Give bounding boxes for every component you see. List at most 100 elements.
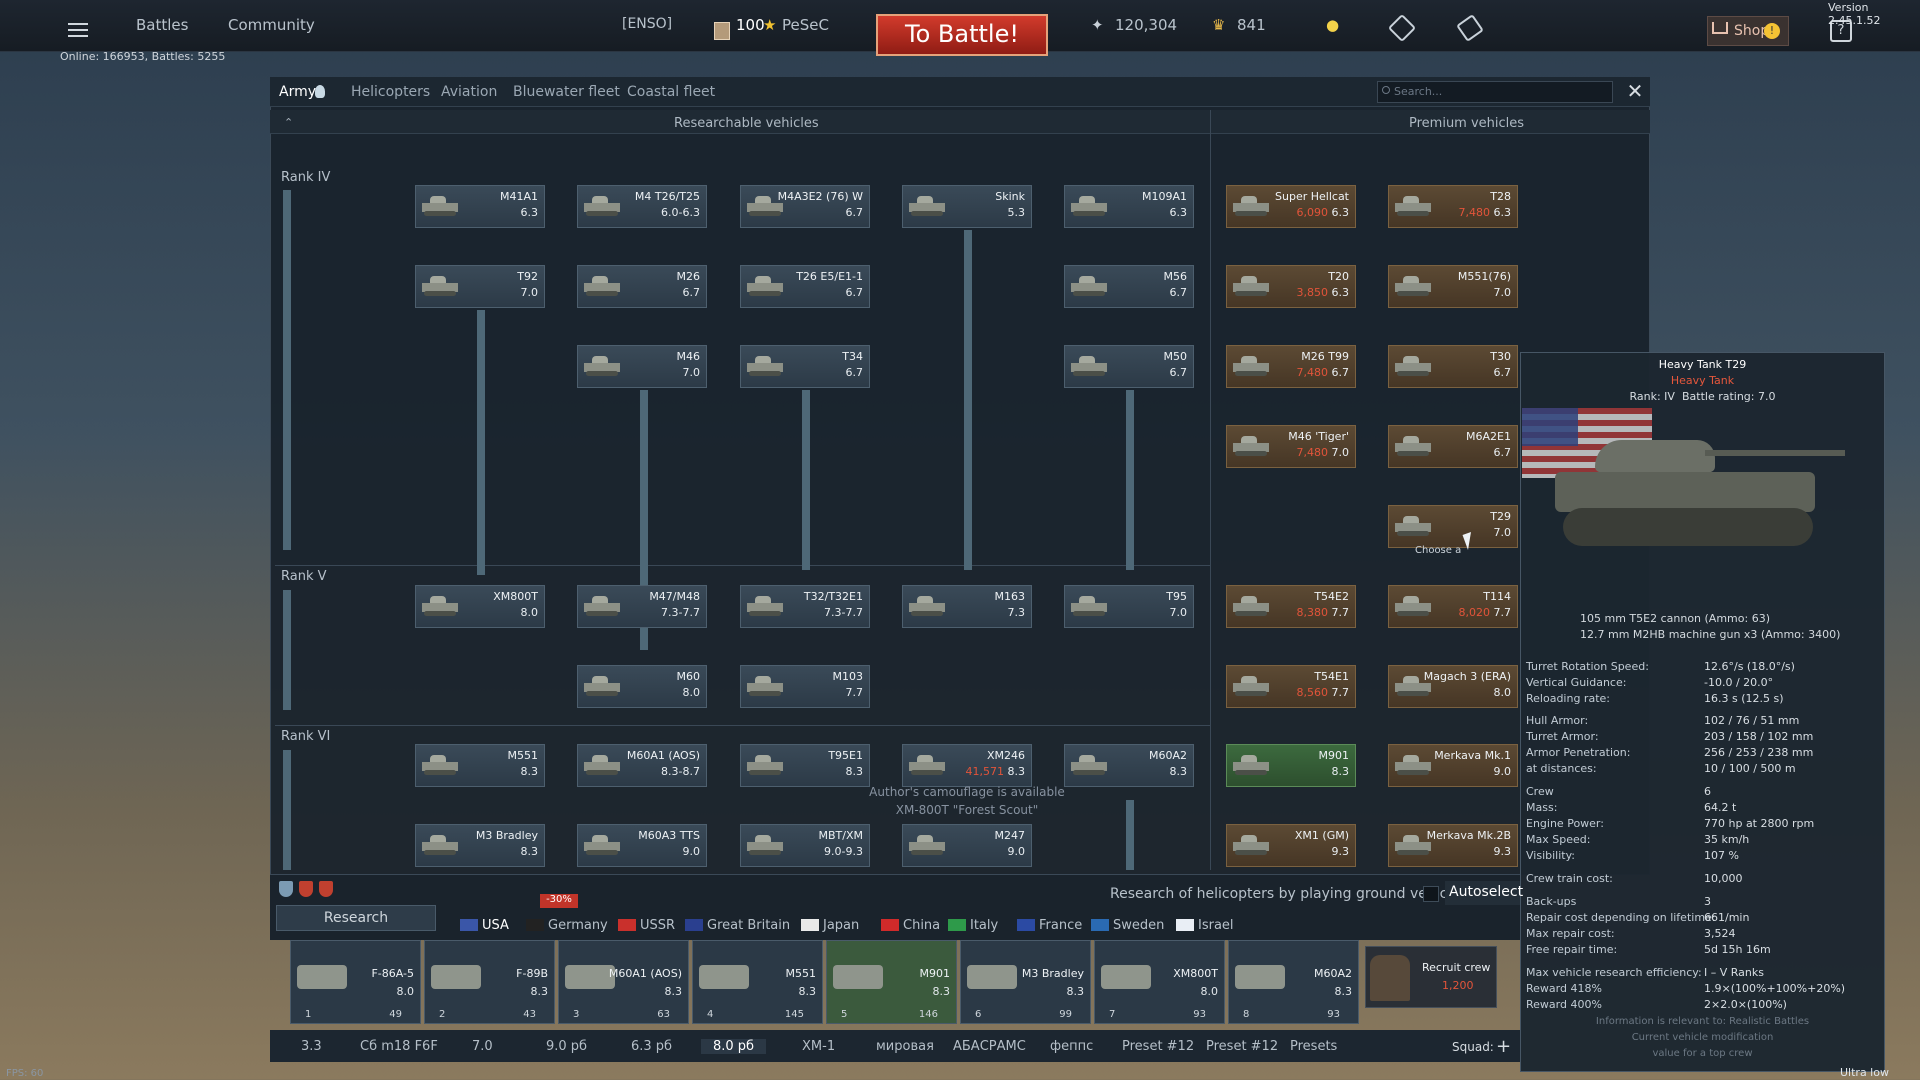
nation-tab-france[interactable]: France	[1039, 918, 1082, 933]
search-input[interactable]: Search...	[1377, 81, 1613, 103]
vehicle-card-m56[interactable]: M56 6.7	[1064, 265, 1194, 308]
crew-slot[interactable]: M901 8.3 5 146	[826, 940, 957, 1024]
vehicle-card-t32[interactable]: T32/T32E1 7.3-7.7	[740, 585, 870, 628]
vehicle-card-t26e5[interactable]: T26 E5/E1-1 6.7	[740, 265, 870, 308]
vehicle-card-superhellcat[interactable]: Super Hellcat 6,090 6.3	[1226, 185, 1356, 228]
rank-iv-label[interactable]: Rank IV	[281, 170, 330, 185]
tab-coastal-fleet[interactable]: Coastal fleet	[627, 84, 715, 100]
nation-tab-china[interactable]: China	[903, 918, 940, 933]
vehicle-card-m41a1[interactable]: M41A1 6.3	[415, 185, 545, 228]
preset-tab[interactable]: Presets	[1290, 1039, 1337, 1054]
crew-slot[interactable]: M3 Bradley 8.3 6 99	[960, 940, 1091, 1024]
vehicle-card-m901[interactable]: M901 8.3	[1226, 744, 1356, 787]
vehicle-card-m551_76[interactable]: M551(76) 7.0	[1388, 265, 1518, 308]
preset-tab[interactable]: ХМ-1	[802, 1039, 835, 1054]
vehicle-card-m26t99[interactable]: M26 T99 7,480 6.7	[1226, 345, 1356, 388]
preset-tab[interactable]: Preset #12	[1206, 1039, 1278, 1054]
nation-tab-israel[interactable]: Israel	[1198, 918, 1234, 933]
vehicle-card-m103[interactable]: M103 7.7	[740, 665, 870, 708]
vehicle-card-magach3[interactable]: Magach 3 (ERA) 8.0	[1388, 665, 1518, 708]
vehicle-card-m46tiger[interactable]: M46 'Tiger' 7,480 7.0	[1226, 425, 1356, 468]
vehicle-card-m4a3e2[interactable]: M4A3E2 (76) W 6.7	[740, 185, 870, 228]
vehicle-card-m163[interactable]: M163 7.3	[902, 585, 1032, 628]
vehicle-card-xm1gm[interactable]: XM1 (GM) 9.3	[1226, 824, 1356, 867]
vehicle-card-m50[interactable]: M50 6.7	[1064, 345, 1194, 388]
hamburger-icon[interactable]	[68, 23, 88, 37]
vehicle-card-m46[interactable]: M46 7.0	[577, 345, 707, 388]
vehicle-card-t95[interactable]: T95 7.0	[1064, 585, 1194, 628]
vehicle-card-skink[interactable]: Skink 5.3	[902, 185, 1032, 228]
tab-army[interactable]: Army	[279, 84, 316, 100]
to-battle-button[interactable]: To Battle!	[876, 14, 1048, 56]
crew-slot[interactable]: XM800T 8.0 7 93	[1094, 940, 1225, 1024]
vehicle-card-m60[interactable]: M60 8.0	[577, 665, 707, 708]
vehicle-card-t95e1[interactable]: T95E1 8.3	[740, 744, 870, 787]
vehicle-card-m47m48[interactable]: M47/M48 7.3-7.7	[577, 585, 707, 628]
nation-tab-sweden[interactable]: Sweden	[1113, 918, 1164, 933]
nation-tab-usa[interactable]: USA	[482, 918, 509, 933]
preset-tab[interactable]: Сб m18 F6F	[360, 1039, 438, 1054]
vehicle-card-xm800t[interactable]: XM800T 8.0	[415, 585, 545, 628]
vehicle-card-t28[interactable]: T28 7,480 6.3	[1388, 185, 1518, 228]
golden-eagles-amount[interactable]: 841	[1237, 16, 1266, 34]
vehicle-card-merkava2b[interactable]: Merkava Mk.2B 9.3	[1388, 824, 1518, 867]
vehicle-card-t54e1[interactable]: T54E1 8,560 7.7	[1226, 665, 1356, 708]
silver-lions-amount[interactable]: 120,304	[1115, 16, 1177, 34]
preset-tab[interactable]: АБАСРАМС	[953, 1039, 1026, 1054]
vehicle-card-m60a1[interactable]: M60A1 (AOS) 8.3-8.7	[577, 744, 707, 787]
preset-tab[interactable]: 7.0	[472, 1039, 493, 1054]
lightbulb-icon[interactable]: ●	[1326, 16, 1339, 34]
research-button[interactable]: Research	[276, 905, 436, 931]
tab-aviation[interactable]: Aviation	[441, 84, 497, 100]
nation-tab-italy[interactable]: Italy	[970, 918, 998, 933]
preset-tab[interactable]: 6.3 рб	[631, 1039, 672, 1054]
heli-research-checkbox[interactable]	[1423, 886, 1439, 902]
research-shield-icon[interactable]	[299, 881, 313, 897]
recruit-crew-slot[interactable]: Recruit crew 1,200	[1365, 946, 1497, 1008]
preset-tab[interactable]: мировая	[876, 1039, 934, 1054]
vehicle-card-m6a2e1[interactable]: M6A2E1 6.7	[1388, 425, 1518, 468]
player-avatar[interactable]	[714, 22, 730, 40]
research-shield-icon[interactable]	[319, 881, 333, 897]
crew-slot[interactable]: M551 8.3 4 145	[692, 940, 823, 1024]
vehicle-card-t92[interactable]: T92 7.0	[415, 265, 545, 308]
vehicle-card-m551[interactable]: M551 8.3	[415, 744, 545, 787]
vehicle-card-m4t26[interactable]: M4 T26/T25 6.0-6.3	[577, 185, 707, 228]
rank-vi-label[interactable]: Rank VI	[281, 729, 330, 744]
vehicle-card-m60a3[interactable]: M60A3 TTS 9.0	[577, 824, 707, 867]
preset-tab[interactable]: 9.0 рб	[546, 1039, 587, 1054]
vehicle-card-xm246[interactable]: XM246 41,571 8.3	[902, 744, 1032, 787]
vehicle-card-m247[interactable]: M247 9.0	[902, 824, 1032, 867]
preset-tab[interactable]: 3.3	[301, 1039, 322, 1054]
preset-tab[interactable]: 8.0 рб	[701, 1039, 767, 1054]
crew-slot[interactable]: M60A1 (AOS) 8.3 3 63	[558, 940, 689, 1024]
close-icon[interactable]: ✕	[1625, 81, 1645, 103]
squadron-tag[interactable]: [ENSO]	[622, 16, 672, 32]
player-name[interactable]: PeSeC	[782, 16, 829, 34]
vehicle-card-m3bradley[interactable]: M3 Bradley 8.3	[415, 824, 545, 867]
squad-add-icon[interactable]: +	[1496, 1036, 1511, 1057]
vehicle-card-t30[interactable]: T30 6.7	[1388, 345, 1518, 388]
rank-v-label[interactable]: Rank V	[281, 569, 327, 584]
vehicle-card-m109a1[interactable]: M109A1 6.3	[1064, 185, 1194, 228]
vehicle-card-t34[interactable]: T34 6.7	[740, 345, 870, 388]
vehicle-card-merkava1[interactable]: Merkava Mk.1 9.0	[1388, 744, 1518, 787]
nation-tab-japan[interactable]: Japan	[823, 918, 859, 933]
vehicle-card-m60a2[interactable]: M60A2 8.3	[1064, 744, 1194, 787]
preset-tab[interactable]: Preset #12	[1122, 1039, 1194, 1054]
tab-bluewater-fleet[interactable]: Bluewater fleet	[513, 84, 620, 100]
nation-tab-germany[interactable]: Germany	[548, 918, 608, 933]
collapse-icon[interactable]: ⌃	[284, 116, 293, 129]
vehicle-card-m26[interactable]: M26 6.7	[577, 265, 707, 308]
nation-tab-great-britain[interactable]: Great Britain	[707, 918, 790, 933]
vehicle-card-t20[interactable]: T20 3,850 6.3	[1226, 265, 1356, 308]
vehicle-card-mbtxm[interactable]: MBT/XM 9.0-9.3	[740, 824, 870, 867]
vehicle-card-t114[interactable]: T114 8,020 7.7	[1388, 585, 1518, 628]
community-menu[interactable]: Community	[228, 16, 315, 34]
autoselect-button[interactable]: Autoselect	[1445, 881, 1523, 905]
vehicle-card-t29[interactable]: T29 7.0	[1388, 505, 1518, 548]
preset-tab[interactable]: феппс	[1050, 1039, 1093, 1054]
crew-slot[interactable]: M60A2 8.3 8 93	[1228, 940, 1359, 1024]
tab-helicopters[interactable]: Helicopters	[351, 84, 430, 100]
crew-slot[interactable]: F-89B 8.3 2 43	[424, 940, 555, 1024]
